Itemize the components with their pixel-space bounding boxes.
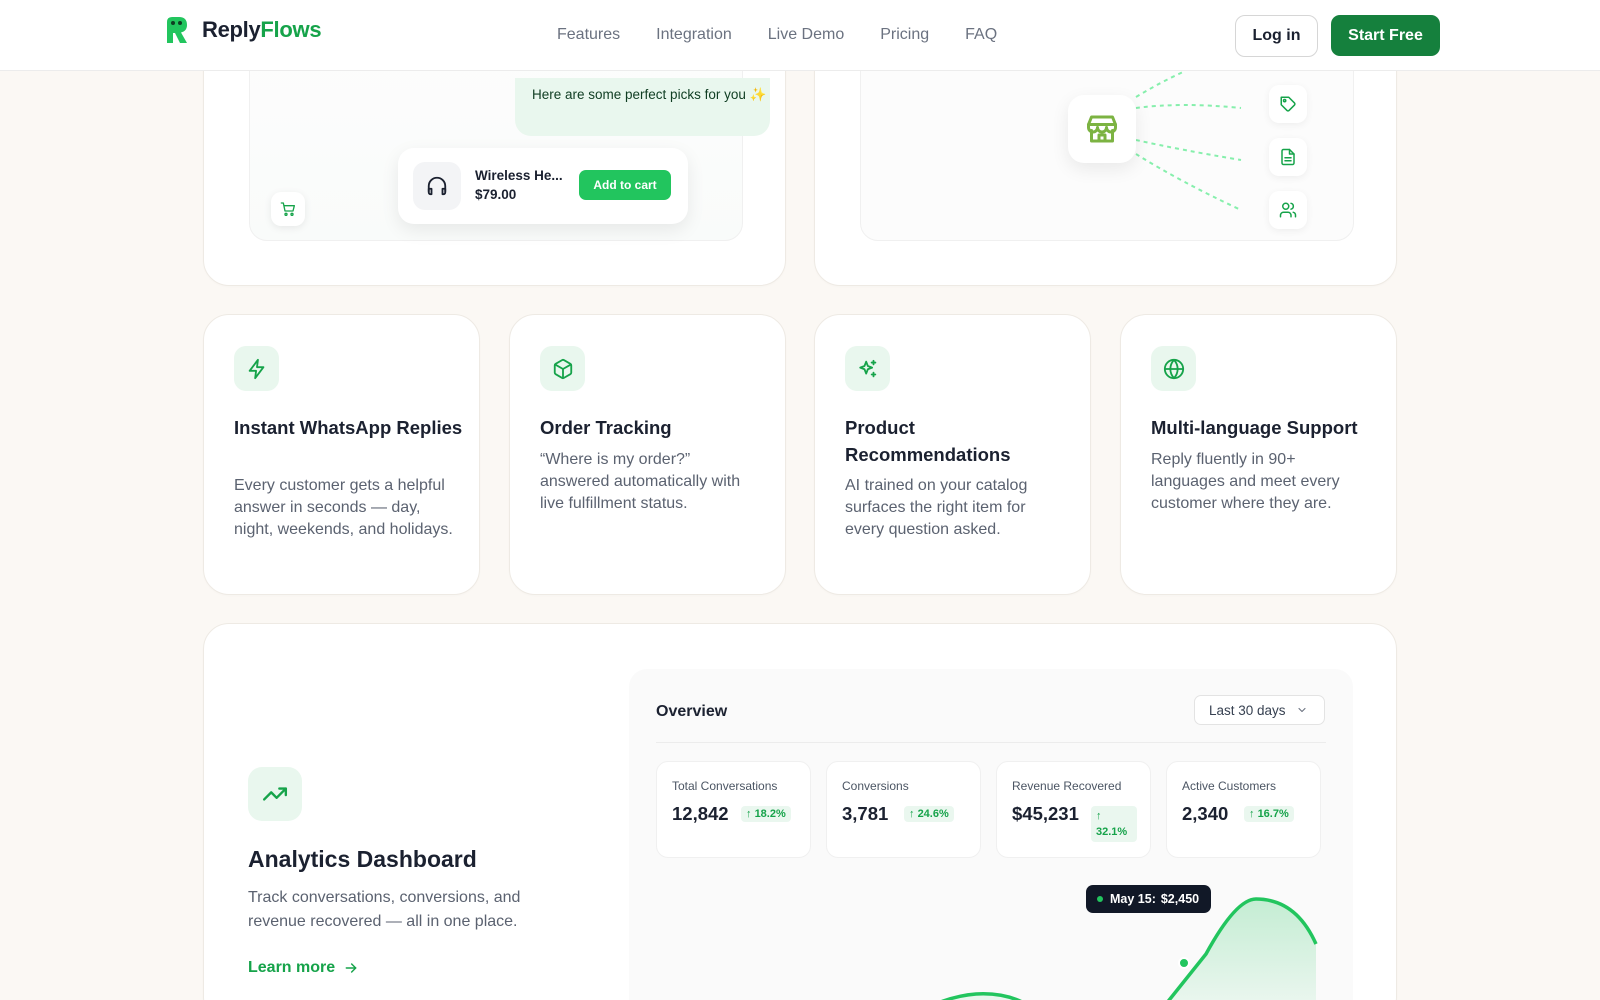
tag-icon — [1269, 85, 1307, 123]
nav-link-faq[interactable]: FAQ — [965, 26, 997, 44]
stat-value: $45,231 — [1012, 803, 1079, 824]
users-icon — [1269, 191, 1307, 229]
login-button[interactable]: Log in — [1235, 15, 1318, 57]
analytics-card: Analytics Dashboard Track conversations,… — [203, 623, 1397, 1000]
feature-description: “Where is my order?” answered automatica… — [540, 451, 741, 512]
stat-change: ↑ 18.2% — [741, 806, 791, 822]
brand-name-part1: Reply — [202, 17, 261, 42]
stat-label: Total Conversations — [672, 779, 778, 793]
stat-card-total-conversations: Total Conversations 12,842 ↑ 18.2% — [656, 761, 811, 858]
chevron-down-icon — [1298, 707, 1306, 713]
stat-change-value: 16.7% — [1257, 808, 1289, 820]
tooltip-label: May 15: — [1110, 892, 1156, 906]
document-icon — [1269, 138, 1307, 176]
feature-description: Every customer gets a helpful answer in … — [234, 477, 453, 538]
feature-title: Order Tracking — [540, 417, 672, 438]
package-icon — [540, 346, 585, 391]
revenue-chart: May 15: $2,450 — [656, 879, 1326, 1000]
headphones-icon — [413, 162, 461, 210]
chart-point[interactable] — [1178, 957, 1190, 969]
product-price: $79.00 — [475, 187, 517, 202]
trending-up-icon — [248, 767, 302, 821]
date-range-value: Last 30 days — [1209, 702, 1286, 718]
stat-label: Conversions — [842, 779, 909, 793]
product-name: Wireless He... — [475, 168, 563, 183]
product-card: Wireless He... $79.00 Add to cart — [398, 148, 688, 224]
stat-change-value: 24.6% — [917, 808, 949, 820]
arrow-right-icon — [345, 963, 357, 973]
cart-icon[interactable] — [271, 192, 305, 226]
top-navigation: ReplyFlows Features Integration Live Dem… — [0, 0, 1600, 71]
logo-icon — [160, 14, 192, 46]
add-to-cart-button[interactable]: Add to cart — [579, 170, 671, 200]
feature-card-multilanguage: Multi-language Support Reply fluently in… — [1120, 314, 1397, 595]
start-free-button[interactable]: Start Free — [1331, 15, 1440, 56]
brand-name: ReplyFlows — [202, 17, 322, 43]
analytics-description: Track conversations, conversions, and re… — [248, 889, 521, 930]
brand-logo[interactable]: ReplyFlows — [160, 14, 322, 46]
feature-title: Product Recommendations — [845, 417, 1011, 465]
nav-link-features[interactable]: Features — [557, 26, 620, 44]
stat-card-active-customers: Active Customers 2,340 ↑ 16.7% — [1166, 761, 1321, 858]
overview-title: Overview — [656, 703, 728, 720]
nav-link-pricing[interactable]: Pricing — [880, 26, 929, 44]
feature-card-recommendations: Product Recommendations AI trained on yo… — [814, 314, 1091, 595]
nav-link-live-demo[interactable]: Live Demo — [768, 26, 844, 44]
feature-description: Reply fluently in 90+ languages and meet… — [1151, 451, 1340, 512]
chat-demo-panel: Here are some perfect picks for you ✨ Wi… — [249, 41, 770, 241]
stat-label: Active Customers — [1182, 779, 1277, 793]
integration-panel — [860, 41, 1354, 241]
feature-card-whatsapp: Instant WhatsApp Replies Every customer … — [203, 314, 480, 595]
lightning-icon — [234, 346, 279, 391]
chart-tooltip: May 15: $2,450 — [1086, 885, 1212, 913]
overview-panel: Overview Last 30 days Total Conversation… — [629, 669, 1353, 1000]
stat-change: ↑ 24.6% — [904, 806, 954, 822]
tooltip-value: $2,450 — [1160, 892, 1200, 906]
store-icon — [1068, 95, 1136, 163]
analytics-title: Analytics Dashboard — [248, 846, 477, 872]
stat-change: ↑ 16.7% — [1244, 806, 1294, 822]
stat-value: 3,781 — [842, 803, 889, 824]
stat-change-value: 32.1% — [1096, 826, 1128, 838]
chart-svg — [941, 897, 1318, 1000]
globe-icon — [1151, 346, 1196, 391]
chart-area-fill — [946, 899, 1316, 1000]
overview-divider — [656, 742, 1326, 743]
date-range-select[interactable]: Last 30 days — [1194, 695, 1325, 725]
feature-card-order-tracking: Order Tracking “Where is my order?” answ… — [509, 314, 786, 595]
stat-card-conversions: Conversions 3,781 ↑ 24.6% — [826, 761, 981, 858]
feature-title: Multi-language Support — [1151, 417, 1358, 438]
stat-value: 2,340 — [1182, 803, 1229, 824]
stat-change-value: 18.2% — [754, 808, 786, 820]
stat-change: ↑ 32.1% — [1091, 806, 1137, 842]
stat-card-revenue-recovered: Revenue Recovered $45,231 ↑ 32.1% — [996, 761, 1151, 858]
brand-name-part2: Flows — [260, 17, 322, 42]
learn-more-label: Learn more — [248, 959, 336, 976]
feature-description: AI trained on your catalog surfaces the … — [845, 477, 1028, 538]
stat-label: Revenue Recovered — [1012, 779, 1122, 793]
stat-value: 12,842 — [672, 803, 729, 824]
nav-link-integration[interactable]: Integration — [656, 26, 732, 44]
learn-more-link[interactable]: Learn more — [248, 959, 359, 977]
chat-bubble: Here are some perfect picks for you ✨ — [515, 78, 770, 136]
feature-title: Instant WhatsApp Replies — [234, 417, 463, 438]
sparkles-icon — [845, 346, 890, 391]
nav-links: Features Integration Live Demo Pricing F… — [557, 26, 997, 44]
